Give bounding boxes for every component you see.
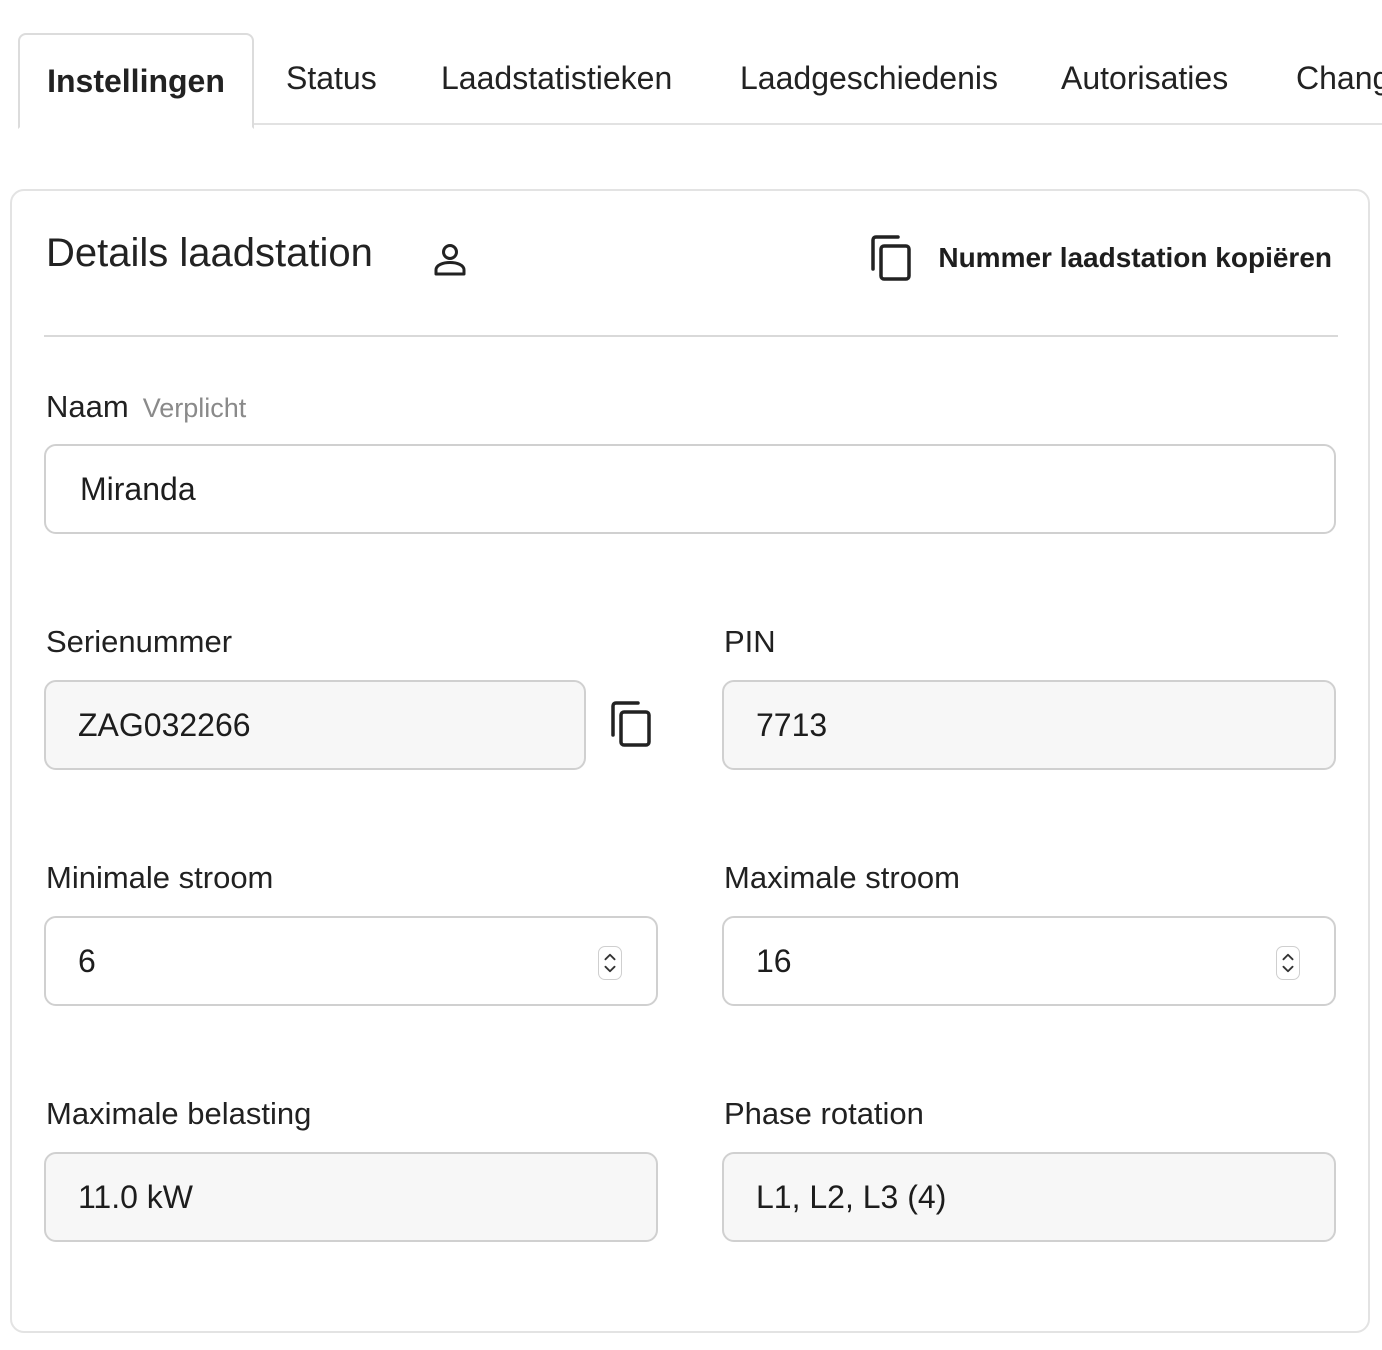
- min-stroom-field[interactable]: 6: [44, 916, 658, 1006]
- max-stroom-value[interactable]: 16: [756, 943, 792, 980]
- phase-rotation-value: L1, L2, L3 (4): [756, 1178, 947, 1215]
- pin-label: PIN: [724, 624, 776, 659]
- card-divider: [44, 335, 1338, 337]
- min-stroom-label: Minimale stroom: [46, 860, 274, 895]
- serienummer-field: ZAG032266: [44, 680, 586, 770]
- min-stroom-stepper-icon[interactable]: [598, 946, 622, 980]
- tab-laadstatistieken[interactable]: Laadstatistieken: [441, 34, 672, 123]
- max-belasting-label: Maximale belasting: [46, 1096, 312, 1131]
- pin-field: 7713: [722, 680, 1336, 770]
- serienummer-value: ZAG032266: [78, 706, 251, 743]
- tab-status[interactable]: Status: [286, 34, 377, 123]
- phase-rotation-field: L1, L2, L3 (4): [722, 1152, 1336, 1242]
- copy-icon: [871, 235, 912, 281]
- required-hint: Verplicht: [142, 393, 247, 423]
- copy-station-number-label: Nummer laadstation kopiëren: [938, 242, 1332, 273]
- naam-input[interactable]: [78, 469, 1334, 509]
- tab-instellingen[interactable]: Instellingen: [18, 33, 254, 129]
- max-belasting-field: 11.0 kW: [44, 1152, 658, 1242]
- details-card: Details laadstation Nummer laadstation k…: [10, 189, 1370, 1333]
- max-stroom-stepper-icon[interactable]: [1276, 946, 1300, 980]
- serienummer-label: Serienummer: [46, 624, 233, 659]
- tab-changelog[interactable]: Changelog: [1296, 34, 1382, 123]
- max-stroom-label: Maximale stroom: [724, 860, 960, 895]
- page: Instellingen Status Laadstatistieken Laa…: [0, 0, 1382, 1350]
- tab-bar: Instellingen Status Laadstatistieken Laa…: [0, 0, 1382, 129]
- max-belasting-value: 11.0 kW: [78, 1178, 193, 1215]
- person-icon: [434, 244, 466, 276]
- tab-autorisaties[interactable]: Autorisaties: [1061, 34, 1228, 123]
- min-stroom-value[interactable]: 6: [78, 943, 96, 980]
- copy-station-number-button[interactable]: Nummer laadstation kopiëren: [870, 233, 1332, 283]
- naam-label: Naam Verplicht: [46, 389, 246, 425]
- naam-field[interactable]: [44, 444, 1336, 534]
- pin-value: 7713: [756, 706, 828, 743]
- copy-serial-icon[interactable]: [610, 701, 652, 747]
- card-title: Details laadstation: [46, 231, 373, 275]
- phase-rotation-label: Phase rotation: [724, 1096, 924, 1131]
- naam-label-text: Naam: [46, 389, 129, 424]
- tab-laadgeschiedenis[interactable]: Laadgeschiedenis: [740, 34, 998, 123]
- max-stroom-field[interactable]: 16: [722, 916, 1336, 1006]
